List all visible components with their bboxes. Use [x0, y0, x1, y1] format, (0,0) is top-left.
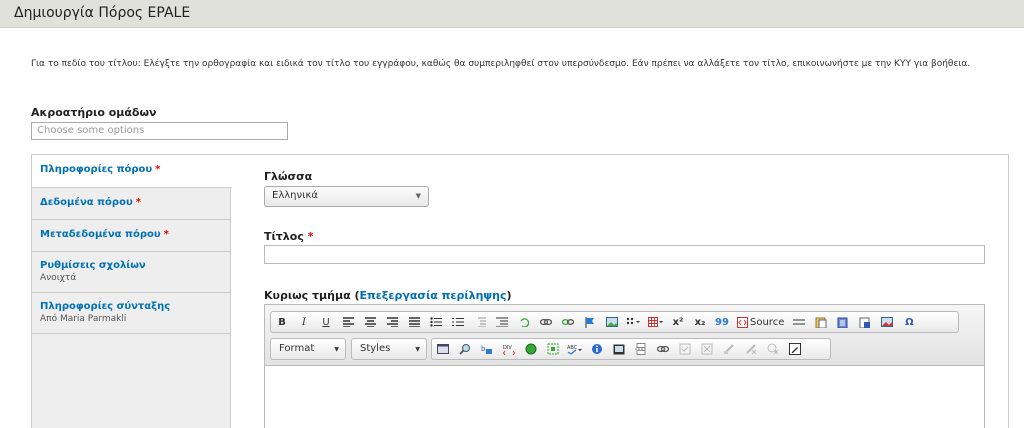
dropdown-arrow-icon: ▼ — [334, 346, 339, 353]
group-audience-label: Ακροατήριο ομάδων — [31, 106, 157, 119]
paste-icon[interactable] — [810, 312, 832, 332]
superscript-button[interactable]: x² — [667, 312, 689, 332]
tab-label: Πληροφορίες πόρου — [40, 164, 153, 175]
language-value: Ελληνικά — [272, 190, 318, 201]
subscript-button[interactable]: x₂ — [689, 312, 711, 332]
tab-label: Δεδομένα πόρου — [40, 197, 133, 208]
page-title: Δημιουργία Πόρος EPALE — [14, 5, 191, 21]
tab-label: Πληροφορίες σύνταξης — [40, 301, 171, 312]
required-marker: * — [155, 164, 161, 175]
indent-icon[interactable] — [491, 312, 513, 332]
tab-resource-info[interactable]: Πληροφορίες πόρου * — [32, 155, 232, 188]
numbered-list-icon[interactable] — [447, 312, 469, 332]
tab-pane-resource-info: Γλώσσα Ελληνικά ▼ Τίτλος * Κυριως τμήμα … — [232, 155, 1008, 428]
align-left-icon[interactable] — [337, 312, 359, 332]
tab-summary: Από Maria Parmakli — [40, 314, 127, 324]
title-label: Τίτλος * — [264, 230, 314, 243]
source-label: Source — [750, 316, 785, 328]
tab-resource-data[interactable]: Δεδομένα πόρου * — [32, 188, 230, 220]
svg-text:ABC: ABC — [567, 345, 578, 351]
edit-template-icon[interactable] — [784, 339, 806, 359]
maximize-icon[interactable] — [432, 339, 454, 359]
underline-button[interactable]: U — [315, 312, 337, 332]
image-icon[interactable] — [601, 312, 623, 332]
required-marker: * — [163, 229, 169, 240]
div-container-icon[interactable]: DIV — [498, 339, 520, 359]
horizontal-rule-icon[interactable] — [788, 312, 810, 332]
language-select[interactable]: Ελληνικά ▼ — [264, 186, 429, 207]
format-dropdown[interactable]: Format ▼ — [270, 338, 346, 360]
language-label: Γλώσσα — [264, 170, 313, 183]
unlink-icon[interactable] — [557, 312, 579, 332]
bulleted-list-icon[interactable] — [425, 312, 447, 332]
dropdown-arrow-icon: ▼ — [415, 192, 421, 200]
select-all-icon[interactable] — [542, 339, 564, 359]
blockquote-button[interactable]: 99 — [711, 312, 733, 332]
edit-summary-link[interactable]: Επεξεργασία περίληψης — [360, 289, 507, 302]
align-right-icon[interactable] — [381, 312, 403, 332]
checkbox-icon[interactable] — [674, 339, 696, 359]
insert-link-icon[interactable] — [652, 339, 674, 359]
source-button[interactable]: Source — [733, 312, 788, 332]
editor-toolbar: B I U x² x₂ 99 Source Ω Format ▼ Styles … — [265, 305, 984, 366]
title-input[interactable] — [264, 245, 985, 264]
find-icon[interactable] — [454, 339, 476, 359]
svg-text:DIV: DIV — [503, 345, 512, 351]
info-icon[interactable] — [586, 339, 608, 359]
dropdown-arrow-icon: ▼ — [415, 346, 420, 353]
tab-label: Ρυθμίσεις σχολίων — [40, 260, 146, 271]
page-break-icon[interactable] — [630, 339, 652, 359]
disabled-tool-icon[interactable] — [718, 339, 740, 359]
more-options-icon[interactable] — [623, 312, 645, 332]
bold-button[interactable]: B — [271, 312, 293, 332]
tab-authoring-info[interactable]: Πληροφορίες σύνταξης Από Maria Parmakli — [32, 293, 230, 334]
tab-resource-metadata[interactable]: Μεταδεδομένα πόρου * — [32, 220, 230, 252]
table-icon[interactable] — [645, 312, 667, 332]
align-center-icon[interactable] — [359, 312, 381, 332]
link-icon[interactable] — [535, 312, 557, 332]
replace-icon[interactable]: b — [476, 339, 498, 359]
toolbar-row-2: b DIV ABC — [431, 338, 831, 360]
paste-text-icon[interactable] — [832, 312, 854, 332]
styles-dropdown[interactable]: Styles ▼ — [351, 338, 427, 360]
body-label: Κυριως τμήμα (Επεξεργασία περίληψης) — [264, 289, 512, 302]
disabled-tool-2-icon[interactable] — [740, 339, 762, 359]
tab-summary: Ανοιχτά — [40, 273, 77, 283]
format-label: Format — [279, 343, 315, 354]
required-marker: * — [307, 230, 314, 243]
tab-label: Μεταδεδομένα πόρου — [40, 229, 161, 240]
undo-icon[interactable] — [513, 312, 535, 332]
group-audience-select[interactable]: Choose some options — [31, 122, 288, 140]
toolbar-row-1: B I U x² x₂ 99 Source Ω — [270, 311, 959, 333]
remove-format-icon[interactable] — [696, 339, 718, 359]
align-justify-icon[interactable] — [403, 312, 425, 332]
disabled-tool-3-icon[interactable] — [762, 339, 784, 359]
spellcheck-icon[interactable]: ABC — [564, 339, 586, 359]
styles-label: Styles — [360, 343, 391, 354]
vertical-tabs: Πληροφορίες πόρου * Δεδομένα πόρου * Μεταδ… — [31, 154, 1009, 428]
outdent-icon[interactable] — [469, 312, 491, 332]
tab-comment-settings[interactable]: Ρυθμίσεις σχολίων Ανοιχτά — [32, 252, 230, 293]
special-image-icon[interactable] — [876, 312, 898, 332]
vertical-tabs-menu: Πληροφορίες πόρου * Δεδομένα πόρου * Μεταδ… — [32, 155, 232, 428]
rich-text-editor: B I U x² x₂ 99 Source Ω Format ▼ Styles … — [264, 304, 985, 428]
title-help-text: Για το πεδίο του τίτλου: Ελέγξτε την ορθ… — [31, 59, 971, 69]
anchor-flag-icon[interactable] — [579, 312, 601, 332]
page-header: Δημιουργία Πόρος EPALE — [0, 0, 1024, 28]
svg-text:b: b — [481, 345, 486, 353]
italic-button[interactable]: I — [293, 312, 315, 332]
special-character-button[interactable]: Ω — [898, 312, 920, 332]
media-embed-icon[interactable] — [608, 339, 630, 359]
paste-word-icon[interactable] — [854, 312, 876, 332]
globe-icon[interactable] — [520, 339, 542, 359]
required-marker: * — [135, 197, 141, 208]
